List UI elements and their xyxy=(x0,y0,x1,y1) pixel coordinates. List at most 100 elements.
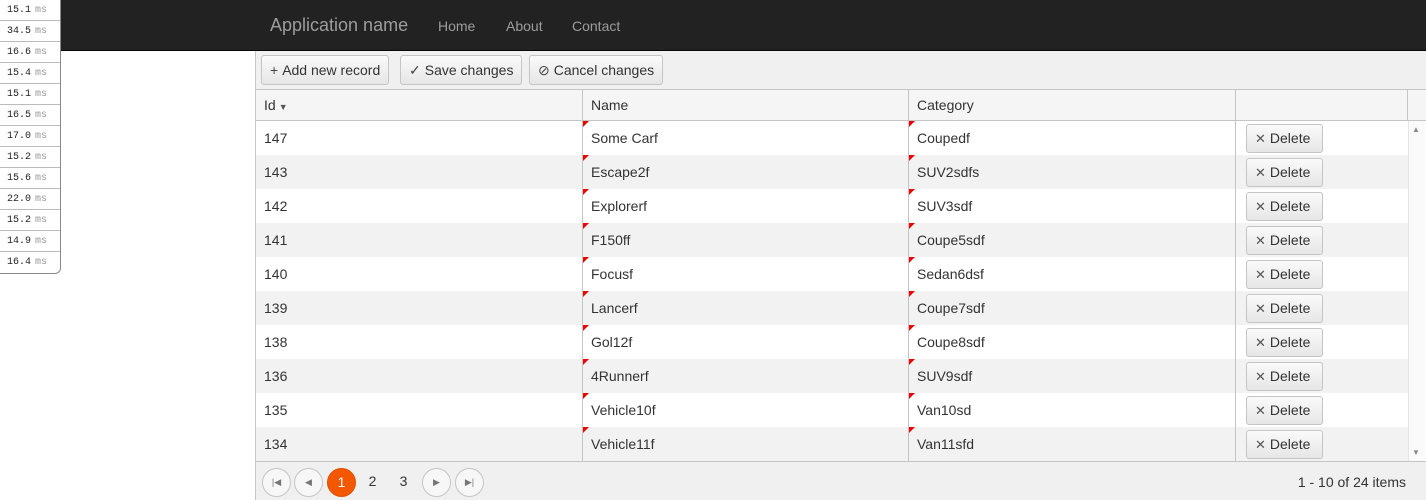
add-record-button[interactable]: + Add new record xyxy=(261,55,390,85)
cell-id: 135 xyxy=(256,393,583,427)
timing-row: 15.4 ms xyxy=(0,63,60,84)
timing-row: 22.0 ms xyxy=(0,189,60,210)
navbar: Application name Home About Contact xyxy=(0,0,1426,51)
cell-id: 147 xyxy=(256,121,583,155)
page-3-button[interactable]: 3 xyxy=(389,468,418,497)
table-row[interactable]: 147 Some Carf Coupedf ✕ Delete xyxy=(256,121,1408,155)
vertical-scrollbar[interactable]: ▲ ▼ xyxy=(1408,121,1425,461)
nav-link-home[interactable]: Home xyxy=(438,18,475,34)
column-header-id[interactable]: Id ▼ xyxy=(256,90,583,120)
cancel-icon: ⊘ xyxy=(538,62,550,78)
delete-label: Delete xyxy=(1269,198,1311,214)
column-header-id-label: Id xyxy=(264,97,276,113)
scroll-up-icon[interactable]: ▲ xyxy=(1412,125,1420,134)
table-row[interactable]: 142 Explorerf SUV3sdf ✕ Delete xyxy=(256,189,1408,223)
column-header-name[interactable]: Name xyxy=(583,90,909,120)
cell-category[interactable]: SUV2sdfs xyxy=(909,155,1236,189)
cell-actions: ✕ Delete xyxy=(1236,325,1408,359)
timing-row: 15.1 ms xyxy=(0,0,60,21)
first-page-button[interactable]: |◀ xyxy=(262,468,291,497)
cell-category[interactable]: Van10sd xyxy=(909,393,1236,427)
last-page-icon: ▶| xyxy=(464,477,475,487)
data-grid: + Add new record ✓ Save changes ⊘ Cancel ch… xyxy=(255,51,1426,500)
table-row[interactable]: 138 Gol12f Coupe8sdf ✕ Delete xyxy=(256,325,1408,359)
table-row[interactable]: 143 Escape2f SUV2sdfs ✕ Delete xyxy=(256,155,1408,189)
brand-link[interactable]: Application name xyxy=(270,15,408,36)
close-icon: ✕ xyxy=(1255,335,1266,350)
cell-category[interactable]: Coupe7sdf xyxy=(909,291,1236,325)
timing-row: 16.5 ms xyxy=(0,105,60,126)
cell-name[interactable]: Lancerf xyxy=(583,291,909,325)
cell-actions: ✕ Delete xyxy=(1236,155,1408,189)
previous-page-button[interactable]: ◀ xyxy=(294,468,323,497)
cell-category[interactable]: Coupedf xyxy=(909,121,1236,155)
cell-name[interactable]: Explorerf xyxy=(583,189,909,223)
delete-label: Delete xyxy=(1269,334,1311,350)
cell-name[interactable]: Vehicle11f xyxy=(583,427,909,461)
save-changes-button[interactable]: ✓ Save changes xyxy=(400,55,523,85)
timing-panel: 15.1 ms 34.5 ms 16.6 ms 15.4 ms 15.1 ms 16.5 ms 17.0… xyxy=(0,0,61,274)
nav-link-about[interactable]: About xyxy=(506,18,543,34)
timing-value: 17.0 xyxy=(7,131,32,142)
table-row[interactable]: 136 4Runnerf SUV9sdf ✕ Delete xyxy=(256,359,1408,393)
delete-button[interactable]: ✕ Delete xyxy=(1246,362,1323,391)
cell-name[interactable]: Focusf xyxy=(583,257,909,291)
cell-category[interactable]: Coupe5sdf xyxy=(909,223,1236,257)
timing-row: 16.6 ms xyxy=(0,42,60,63)
table-row[interactable]: 140 Focusf Sedan6dsf ✕ Delete xyxy=(256,257,1408,291)
cell-id: 136 xyxy=(256,359,583,393)
timing-unit: ms xyxy=(35,173,48,184)
previous-page-icon: ◀ xyxy=(305,477,312,487)
page-1-button[interactable]: 1 xyxy=(327,468,356,497)
cell-name[interactable]: Gol12f xyxy=(583,325,909,359)
plus-icon: + xyxy=(270,62,279,78)
timing-value: 34.5 xyxy=(7,26,32,37)
grid-header: Id ▼ Name Category xyxy=(256,90,1426,121)
table-row[interactable]: 139 Lancerf Coupe7sdf ✕ Delete xyxy=(256,291,1408,325)
delete-button[interactable]: ✕ Delete xyxy=(1246,158,1323,187)
cell-category[interactable]: Sedan6dsf xyxy=(909,257,1236,291)
table-row[interactable]: 134 Vehicle11f Van11sfd ✕ Delete xyxy=(256,427,1408,461)
delete-button[interactable]: ✕ Delete xyxy=(1246,430,1323,459)
timing-value: 15.2 xyxy=(7,152,32,163)
cell-name[interactable]: Vehicle10f xyxy=(583,393,909,427)
delete-button[interactable]: ✕ Delete xyxy=(1246,192,1323,221)
table-row[interactable]: 141 F150ff Coupe5sdf ✕ Delete xyxy=(256,223,1408,257)
timing-unit: ms xyxy=(35,236,48,247)
cell-name[interactable]: F150ff xyxy=(583,223,909,257)
delete-label: Delete xyxy=(1269,266,1311,282)
timing-unit: ms xyxy=(35,194,48,205)
cell-category[interactable]: SUV3sdf xyxy=(909,189,1236,223)
last-page-button[interactable]: ▶| xyxy=(455,468,484,497)
page-2-button[interactable]: 2 xyxy=(358,468,387,497)
timing-value: 22.0 xyxy=(7,194,32,205)
cell-name[interactable]: 4Runnerf xyxy=(583,359,909,393)
cell-name[interactable]: Some Carf xyxy=(583,121,909,155)
timing-unit: ms xyxy=(35,152,48,163)
check-icon: ✓ xyxy=(409,62,421,78)
nav-link-contact[interactable]: Contact xyxy=(572,18,620,34)
cancel-changes-button[interactable]: ⊘ Cancel changes xyxy=(529,55,664,85)
delete-button[interactable]: ✕ Delete xyxy=(1246,124,1323,153)
timing-value: 15.2 xyxy=(7,215,32,226)
grid-pager: |◀ ◀ 1 2 3 ▶ ▶| 1 - 10 of 24 items xyxy=(256,461,1426,500)
delete-button[interactable]: ✕ Delete xyxy=(1246,396,1323,425)
next-page-button[interactable]: ▶ xyxy=(422,468,451,497)
delete-button[interactable]: ✕ Delete xyxy=(1246,226,1323,255)
timing-unit: ms xyxy=(35,68,48,79)
timing-value: 15.1 xyxy=(7,89,32,100)
cell-actions: ✕ Delete xyxy=(1236,427,1408,461)
scroll-down-icon[interactable]: ▼ xyxy=(1412,448,1420,457)
delete-button[interactable]: ✕ Delete xyxy=(1246,260,1323,289)
timing-unit: ms xyxy=(35,89,48,100)
cell-name[interactable]: Escape2f xyxy=(583,155,909,189)
cell-id: 140 xyxy=(256,257,583,291)
column-header-category[interactable]: Category xyxy=(909,90,1236,120)
cell-category[interactable]: Coupe8sdf xyxy=(909,325,1236,359)
timing-row: 15.6 ms xyxy=(0,168,60,189)
cell-category[interactable]: Van11sfd xyxy=(909,427,1236,461)
cell-category[interactable]: SUV9sdf xyxy=(909,359,1236,393)
delete-button[interactable]: ✕ Delete xyxy=(1246,328,1323,357)
table-row[interactable]: 135 Vehicle10f Van10sd ✕ Delete xyxy=(256,393,1408,427)
delete-button[interactable]: ✕ Delete xyxy=(1246,294,1323,323)
